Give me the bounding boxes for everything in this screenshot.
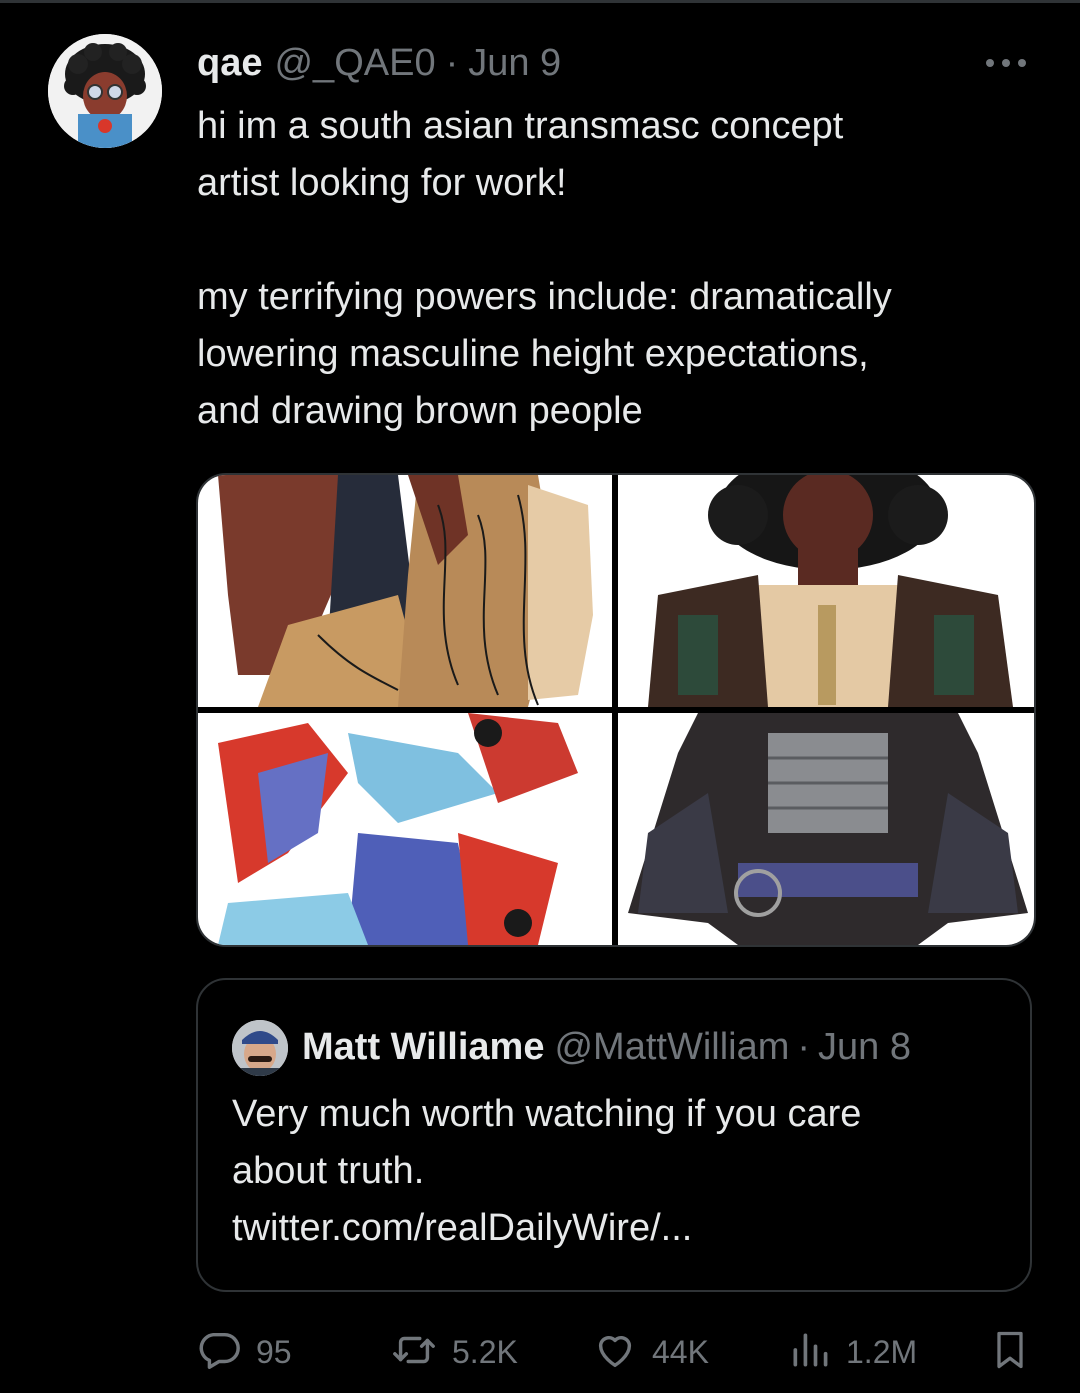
- like-count: 44K: [652, 1333, 709, 1370]
- media-image-3[interactable]: [198, 713, 612, 945]
- reply-count: 95: [256, 1333, 292, 1370]
- tweet-text-line: lowering masculine height expectations,: [197, 333, 869, 375]
- quoted-tweet[interactable]: Matt Williame @MattWilliam · Jun 8 Very …: [196, 978, 1032, 1292]
- media-image-1[interactable]: [198, 475, 612, 707]
- like-icon: [592, 1327, 638, 1378]
- action-bar: 95 5.2K 44K 1.2M: [196, 1322, 1032, 1382]
- tweet-text-line: artist looking for work!: [197, 162, 567, 204]
- quoted-text-line: about truth.: [232, 1150, 425, 1192]
- tweet-text-line: my terrifying powers include: dramatical…: [197, 276, 892, 318]
- views-icon: [788, 1327, 832, 1378]
- bookmark-icon: [988, 1326, 1032, 1379]
- repost-icon: [390, 1327, 438, 1378]
- tweet-header: qae @_QAE0 · Jun 9: [197, 38, 561, 88]
- media-image-4[interactable]: [618, 713, 1034, 945]
- repost-count: 5.2K: [452, 1333, 518, 1370]
- separator-dot: ·: [797, 1025, 811, 1068]
- quoted-tweet-header: Matt Williame @MattWilliam · Jun 8: [302, 1022, 911, 1072]
- author-name[interactable]: qae: [197, 42, 262, 85]
- more-icon[interactable]: [984, 50, 1028, 76]
- views-count: 1.2M: [846, 1333, 918, 1370]
- quoted-author-handle: @MattWilliam: [554, 1025, 790, 1068]
- tweet-text-line: and drawing brown people: [197, 390, 643, 432]
- views-button[interactable]: 1.2M: [788, 1322, 917, 1382]
- quoted-tweet-link[interactable]: twitter.com/realDailyWire/...: [232, 1200, 992, 1257]
- separator-dot: ·: [445, 41, 459, 84]
- bookmark-button[interactable]: [988, 1322, 1032, 1382]
- reply-button[interactable]: 95: [196, 1322, 292, 1382]
- media-image-2[interactable]: [618, 475, 1034, 707]
- author-handle[interactable]: @_QAE0: [274, 42, 435, 85]
- reply-icon: [196, 1327, 242, 1378]
- repost-button[interactable]: 5.2K: [390, 1322, 518, 1382]
- like-button[interactable]: 44K: [592, 1322, 709, 1382]
- quoted-text-line: Very much worth watching if you care: [232, 1093, 862, 1135]
- tweet-date[interactable]: Jun 9: [468, 42, 561, 85]
- top-divider: [0, 0, 1080, 3]
- quoted-tweet-text: Very much worth watching if you care abo…: [232, 1086, 992, 1257]
- author-avatar[interactable]: [48, 34, 162, 148]
- quoted-tweet-date: Jun 8: [818, 1025, 912, 1068]
- tweet-text: hi im a south asian transmasc concept ar…: [197, 98, 1037, 440]
- media-grid: [196, 473, 1036, 947]
- tweet-text-line: hi im a south asian transmasc concept: [197, 105, 844, 147]
- quoted-author-avatar: [232, 1020, 288, 1076]
- quoted-author-name: Matt Williame: [302, 1025, 545, 1068]
